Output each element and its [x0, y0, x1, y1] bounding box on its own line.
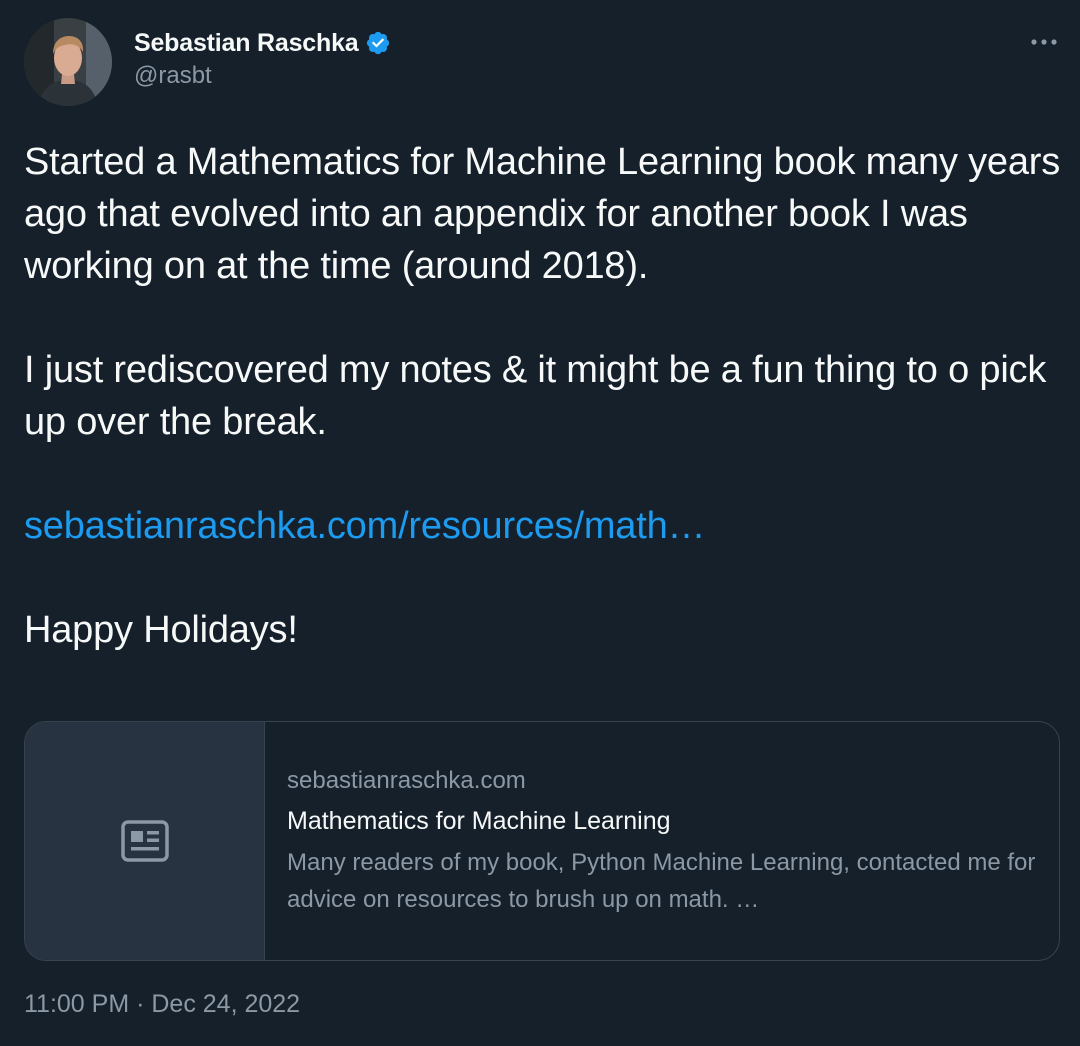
- article-icon: [120, 820, 169, 862]
- avatar[interactable]: [24, 18, 112, 106]
- tweet-link[interactable]: sebastianraschka.com/resources/math…: [24, 505, 706, 547]
- tweet-paragraph: Started a Mathematics for Machine Learni…: [24, 141, 1061, 287]
- author-name-row: Sebastian Raschka: [134, 26, 391, 60]
- verified-badge-icon: [365, 30, 391, 56]
- link-preview-card[interactable]: sebastianraschka.com Mathematics for Mac…: [24, 721, 1060, 961]
- more-horizontal-icon: [1031, 39, 1057, 45]
- tweet-paragraph: Happy Holidays!: [24, 609, 298, 651]
- more-options-button[interactable]: [1024, 26, 1064, 58]
- card-title: Mathematics for Machine Learning: [287, 807, 671, 835]
- avatar-photo: [24, 18, 112, 106]
- card-body: sebastianraschka.com Mathematics for Mac…: [287, 766, 1047, 918]
- tweet-link-paragraph: sebastianraschka.com/resources/math…: [24, 500, 1064, 552]
- author-display-name[interactable]: Sebastian Raschka: [134, 29, 359, 58]
- tweet-paragraph: I just rediscovered my notes & it might …: [24, 349, 1047, 443]
- author-handle[interactable]: @rasbt: [134, 62, 212, 90]
- tweet-text: Started a Mathematics for Machine Learni…: [24, 136, 1064, 656]
- card-domain: sebastianraschka.com: [287, 767, 526, 794]
- tweet-container: Sebastian Raschka @rasbt Started a Mathe…: [0, 0, 1080, 1046]
- tweet-timestamp[interactable]: 11:00 PM · Dec 24, 2022: [24, 990, 300, 1019]
- card-thumbnail: [25, 722, 265, 960]
- card-description: Many readers of my book, Python Machine …: [287, 849, 1036, 913]
